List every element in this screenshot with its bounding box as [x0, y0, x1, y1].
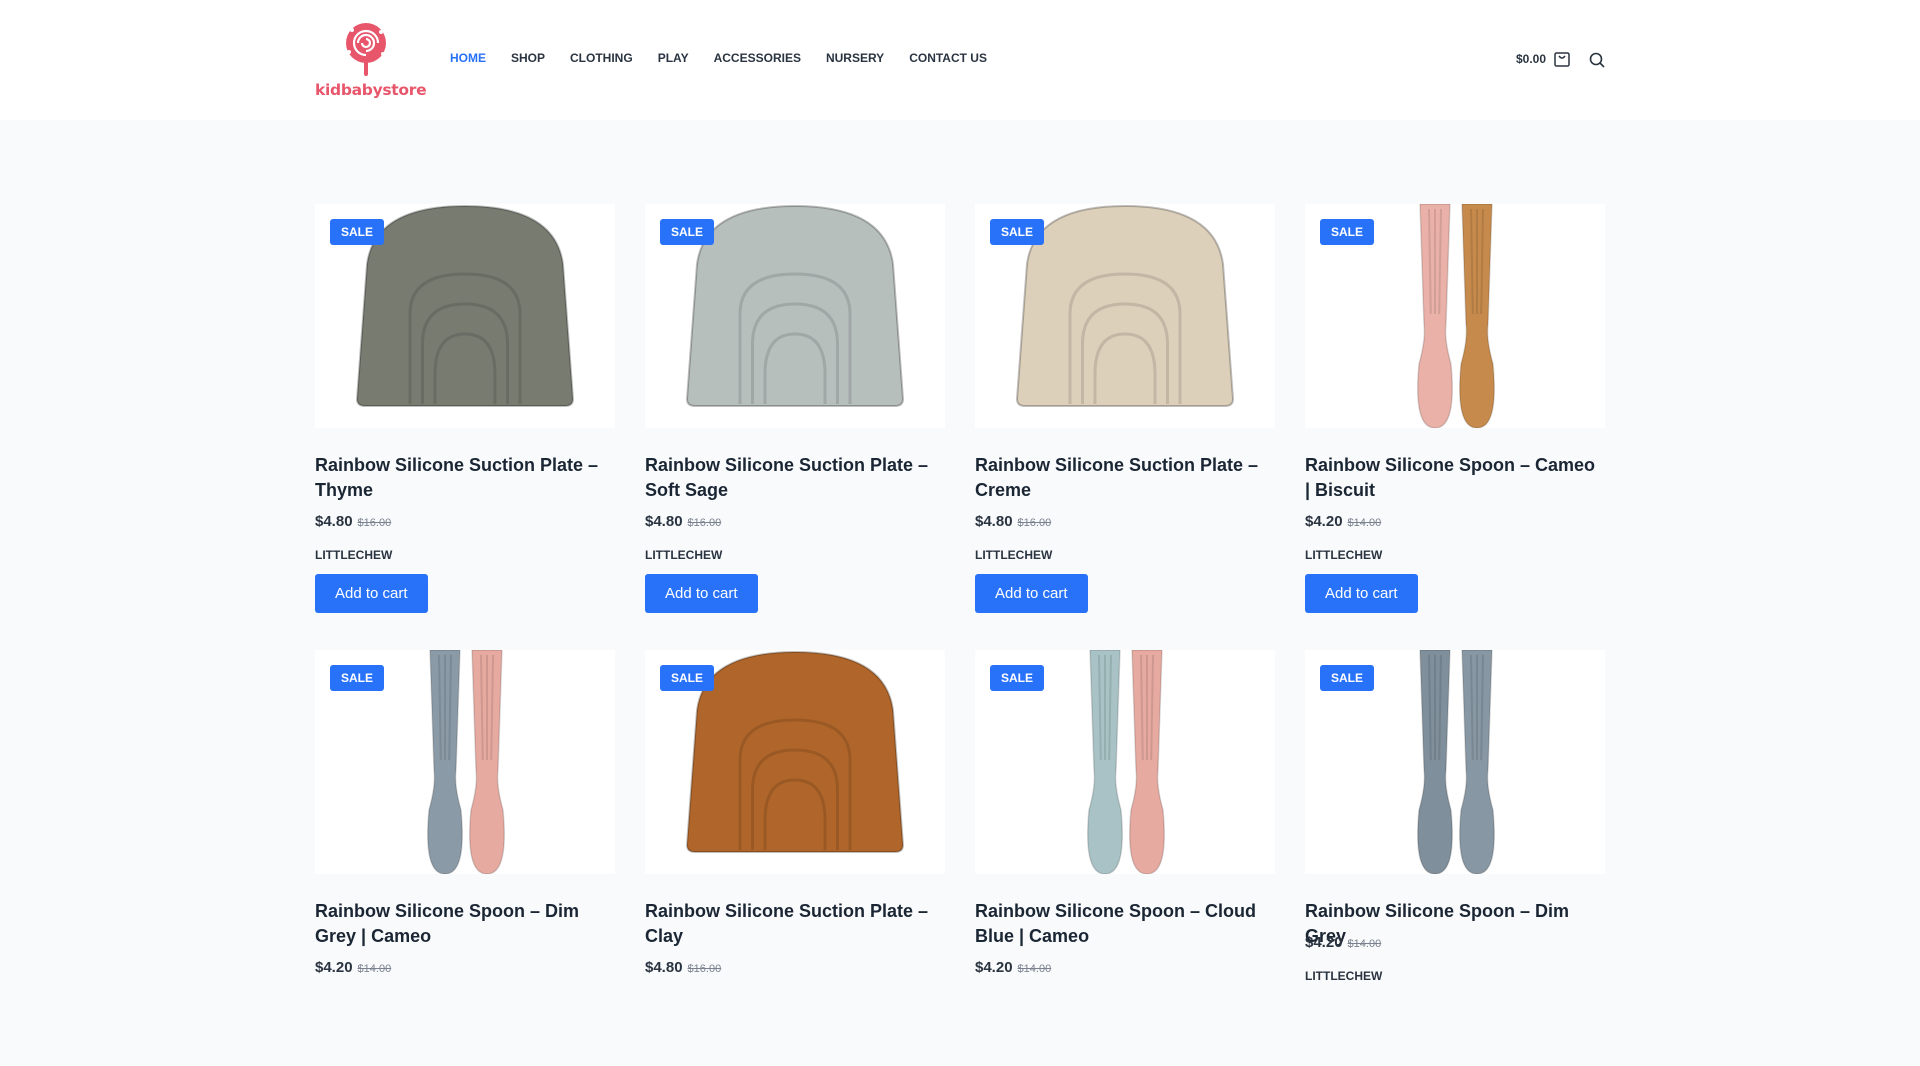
regular-price: $14.00: [1017, 963, 1052, 975]
sale-badge: SALE: [1320, 219, 1375, 245]
nav-item-accessories[interactable]: ACCESSORIES: [714, 51, 801, 65]
price-row: $4.20 $14.00: [1305, 513, 1605, 530]
price-row: $4.20 $14.00: [975, 959, 1275, 976]
product-grid: SALE Rainbow Silicone Suction Plate – Thy…: [315, 204, 1605, 1066]
sale-price: $4.80: [315, 513, 353, 530]
product-title[interactable]: Rainbow Silicone Suction Plate – Thyme: [315, 453, 615, 503]
product-image[interactable]: SALE: [315, 650, 615, 874]
product-title[interactable]: Rainbow Silicone Suction Plate – Soft Sa…: [645, 453, 945, 503]
add-to-cart-button[interactable]: Add to cart: [645, 574, 758, 613]
product-brand[interactable]: LITTLECHEW: [1305, 969, 1605, 983]
product-image[interactable]: SALE: [1305, 204, 1605, 428]
price-row: $4.80 $16.00: [315, 513, 615, 530]
regular-price: $14.00: [1347, 517, 1382, 529]
sale-badge: SALE: [660, 665, 715, 691]
product-title[interactable]: Rainbow Silicone Spoon – Dim Grey: [1305, 899, 1605, 946]
price-row: $4.80 $16.00: [645, 959, 945, 976]
main-nav: HOME SHOP CLOTHING PLAY ACCESSORIES NURS…: [450, 51, 1012, 65]
sale-price: $4.80: [645, 513, 683, 530]
sale-price: $4.20: [975, 959, 1013, 976]
sale-price: $4.20: [315, 959, 353, 976]
regular-price: $14.00: [1347, 938, 1382, 950]
sale-price: $4.20: [1305, 513, 1343, 530]
product-card[interactable]: SALE Rainbow Silicone Spoon – Dim Grey | …: [315, 650, 615, 1066]
product-image[interactable]: SALE: [1305, 650, 1605, 874]
product-title[interactable]: Rainbow Silicone Suction Plate – Creme: [975, 453, 1275, 503]
product-card[interactable]: SALE Rainbow Silicone Suction Plate – Sof…: [645, 204, 945, 620]
product-card[interactable]: SALE Rainbow Silicone Spoon – Dim Grey $4.…: [1305, 650, 1605, 1066]
nav-item-play[interactable]: PLAY: [658, 51, 689, 65]
search-icon[interactable]: [1589, 52, 1605, 68]
site-logo[interactable]: kidbabystore: [315, 22, 427, 100]
sale-badge: SALE: [1320, 665, 1375, 691]
site-header: kidbabystore HOME SHOP CLOTHING PLAY ACC…: [0, 0, 1920, 120]
nav-item-home[interactable]: HOME: [450, 51, 486, 65]
sale-badge: SALE: [990, 665, 1045, 691]
sale-badge: SALE: [660, 219, 715, 245]
regular-price: $16.00: [687, 517, 722, 529]
lollipop-logo-icon: [346, 23, 386, 76]
product-card[interactable]: SALE Rainbow Silicone Suction Plate – Cla…: [645, 650, 945, 1066]
product-card[interactable]: SALE Rainbow Silicone Spoon – Cloud Blue …: [975, 650, 1275, 1066]
nav-item-nursery[interactable]: NURSERY: [826, 51, 884, 65]
product-card[interactable]: SALE Rainbow Silicone Suction Plate – Thy…: [315, 204, 615, 620]
sale-price: $4.80: [975, 513, 1013, 530]
sale-badge: SALE: [330, 665, 385, 691]
product-brand[interactable]: LITTLECHEW: [975, 548, 1275, 562]
product-image[interactable]: SALE: [645, 204, 945, 428]
product-image[interactable]: SALE: [975, 650, 1275, 874]
product-image[interactable]: SALE: [315, 204, 615, 428]
product-card[interactable]: SALE Rainbow Silicone Spoon – Cameo | Bis…: [1305, 204, 1605, 620]
add-to-cart-button[interactable]: Add to cart: [315, 574, 428, 613]
regular-price: $14.00: [357, 963, 392, 975]
product-image[interactable]: SALE: [645, 650, 945, 874]
add-to-cart-button[interactable]: Add to cart: [1305, 574, 1418, 613]
product-brand[interactable]: LITTLECHEW: [1305, 548, 1605, 562]
price-row: $4.20 $14.00: [1305, 934, 1605, 951]
sale-badge: SALE: [330, 219, 385, 245]
sale-price: $4.20: [1305, 934, 1343, 951]
price-row: $4.20 $14.00: [315, 959, 615, 976]
price-row: $4.80 $16.00: [645, 513, 945, 530]
logo-text: kidbabystore: [315, 81, 427, 99]
sale-badge: SALE: [990, 219, 1045, 245]
product-title[interactable]: Rainbow Silicone Suction Plate – Clay: [645, 899, 945, 949]
shopping-bag-icon[interactable]: [1554, 50, 1570, 67]
product-brand[interactable]: LITTLECHEW: [315, 548, 615, 562]
product-title[interactable]: Rainbow Silicone Spoon – Dim Grey | Came…: [315, 899, 615, 949]
nav-item-contact-us[interactable]: CONTACT US: [909, 51, 987, 65]
product-title[interactable]: Rainbow Silicone Spoon – Cameo | Biscuit: [1305, 453, 1605, 503]
price-row: $4.80 $16.00: [975, 513, 1275, 530]
product-image[interactable]: SALE: [975, 204, 1275, 428]
nav-item-clothing[interactable]: CLOTHING: [570, 51, 633, 65]
add-to-cart-button[interactable]: Add to cart: [975, 574, 1088, 613]
regular-price: $16.00: [1017, 517, 1052, 529]
regular-price: $16.00: [687, 963, 722, 975]
sale-price: $4.80: [645, 959, 683, 976]
product-brand[interactable]: LITTLECHEW: [645, 548, 945, 562]
product-card[interactable]: SALE Rainbow Silicone Suction Plate – Cre…: [975, 204, 1275, 620]
cart-total[interactable]: $0.00: [1516, 52, 1546, 66]
product-title[interactable]: Rainbow Silicone Spoon – Cloud Blue | Ca…: [975, 899, 1275, 949]
regular-price: $16.00: [357, 517, 392, 529]
nav-item-shop[interactable]: SHOP: [511, 51, 545, 65]
